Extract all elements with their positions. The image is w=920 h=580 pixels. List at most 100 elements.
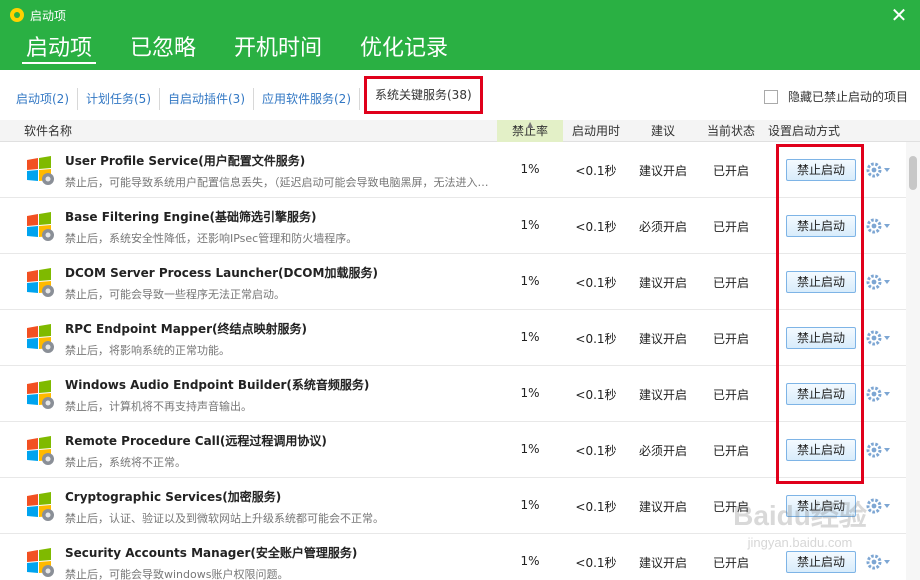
subtab-startup-items[interactable]: 启动项(2) — [8, 88, 78, 110]
disable-rate: 1% — [520, 498, 540, 512]
service-name: RPC Endpoint Mapper(终结点映射服务) — [65, 322, 307, 336]
startup-time: <0.1秒 — [575, 220, 617, 234]
suggestion: 建议开启 — [638, 556, 687, 570]
gear-icon[interactable] — [864, 384, 892, 404]
service-name: Security Accounts Manager(安全账户管理服务) — [65, 546, 358, 560]
disable-rate: 1% — [520, 218, 540, 232]
column-startup-time[interactable]: 启动用时 — [565, 120, 627, 142]
disable-rate: 1% — [520, 386, 540, 400]
gear-icon[interactable] — [864, 328, 892, 348]
hide-disabled-checkbox[interactable] — [763, 89, 778, 104]
suggestion: 建议开启 — [638, 164, 687, 178]
suggestion: 建议开启 — [638, 500, 687, 514]
gear-icon[interactable] — [864, 160, 892, 180]
suggestion: 建议开启 — [638, 332, 687, 346]
column-current-state[interactable]: 当前状态 — [700, 120, 762, 142]
current-state: 已开启 — [712, 556, 749, 570]
vertical-scrollbar[interactable] — [906, 142, 920, 580]
disable-startup-button[interactable]: 禁止启动 — [786, 159, 856, 181]
tab-ignored[interactable]: 已忽略 — [126, 28, 200, 64]
disable-startup-button[interactable]: 禁止启动 — [786, 439, 856, 461]
header-bar: 启动项 ✕ 启动项 已忽略 开机时间 优化记录 — [0, 0, 920, 70]
table-row[interactable]: Windows Audio Endpoint Builder(系统音频服务) 禁… — [0, 366, 906, 422]
sort-up-icon: ▲ — [527, 120, 534, 129]
startup-time: <0.1秒 — [575, 164, 617, 178]
service-description: 禁止后，可能会导致windows账户权限问题。 — [65, 568, 289, 580]
startup-time: <0.1秒 — [575, 388, 617, 402]
hide-disabled-option: 隐藏已禁止启动的项目 — [763, 88, 908, 105]
disable-startup-button[interactable]: 禁止启动 — [786, 271, 856, 293]
windows-service-icon — [27, 380, 54, 409]
subtab-scheduled-tasks[interactable]: 计划任务(5) — [78, 88, 160, 110]
column-name[interactable]: 软件名称 — [24, 120, 72, 142]
subtab-app-services[interactable]: 应用软件服务(2) — [254, 88, 360, 110]
column-header: 软件名称 ▲ 禁止率 启动用时 建议 当前状态 设置启动方式 — [0, 120, 920, 142]
service-name: Base Filtering Engine(基础筛选引擎服务) — [65, 210, 317, 224]
subtab-system-key-services[interactable]: 系统关键服务(38) — [364, 76, 483, 114]
service-description: 禁止后，系统安全性降低，还影响IPsec管理和防火墙程序。 — [65, 232, 358, 245]
windows-service-icon — [27, 268, 54, 297]
table-row[interactable]: DCOM Server Process Launcher(DCOM加载服务) 禁… — [0, 254, 906, 310]
windows-service-icon — [27, 156, 54, 185]
disable-startup-button[interactable]: 禁止启动 — [786, 215, 856, 237]
table-row[interactable]: User Profile Service(用户配置文件服务) 禁止后，可能导致系… — [0, 142, 906, 198]
tab-boot-time[interactable]: 开机时间 — [230, 28, 326, 64]
disable-rate: 1% — [520, 274, 540, 288]
close-button[interactable]: ✕ — [890, 5, 908, 25]
tab-startup-items[interactable]: 启动项 — [22, 28, 97, 64]
service-description: 禁止后，认证、验证以及到微软网站上升级系统都可能会不正常。 — [65, 512, 384, 525]
disable-rate: 1% — [520, 162, 540, 176]
disable-startup-button[interactable]: 禁止启动 — [786, 383, 856, 405]
watermark-text: Baidu经验 — [733, 499, 867, 531]
subtab-autostart-plugins[interactable]: 自启动插件(3) — [160, 88, 254, 110]
tab-optimization-log[interactable]: 优化记录 — [356, 28, 452, 64]
disable-rate: 1% — [520, 442, 540, 456]
column-disable-rate[interactable]: ▲ 禁止率 — [497, 120, 563, 142]
startup-manager-window: 启动项 ✕ 启动项 已忽略 开机时间 优化记录 启动项(2) 计划任务(5) 自… — [0, 0, 920, 580]
window-title: 启动项 — [10, 5, 66, 25]
hide-disabled-label: 隐藏已禁止启动的项目 — [787, 90, 908, 104]
startup-time: <0.1秒 — [575, 444, 617, 458]
service-name: User Profile Service(用户配置文件服务) — [65, 154, 306, 168]
suggestion: 必须开启 — [638, 444, 687, 458]
windows-service-icon — [27, 212, 54, 241]
startup-time: <0.1秒 — [575, 500, 617, 514]
startup-time: <0.1秒 — [575, 556, 617, 570]
current-state: 已开启 — [712, 220, 749, 234]
window-title-text: 启动项 — [30, 8, 67, 23]
gear-icon[interactable] — [864, 440, 892, 460]
service-name: Remote Procedure Call(远程过程调用协议) — [65, 434, 327, 448]
current-state: 已开启 — [712, 444, 749, 458]
service-name: Windows Audio Endpoint Builder(系统音频服务) — [65, 378, 370, 392]
startup-time: <0.1秒 — [575, 332, 617, 346]
table-row[interactable]: RPC Endpoint Mapper(终结点映射服务) 禁止后，将影响系统的正… — [0, 310, 906, 366]
column-startup-mode: 设置启动方式 — [768, 124, 841, 138]
current-state: 已开启 — [712, 164, 749, 178]
windows-service-icon — [27, 436, 54, 465]
table-row[interactable]: Base Filtering Engine(基础筛选引擎服务) 禁止后，系统安全… — [0, 198, 906, 254]
watermark-url: jingyan.baidu.com — [747, 535, 853, 550]
disable-rate: 1% — [520, 330, 540, 344]
service-description: 禁止后，可能会导致一些程序无法正常启动。 — [65, 288, 285, 301]
service-description: 禁止后，将影响系统的正常功能。 — [65, 344, 230, 357]
gear-icon[interactable] — [864, 552, 892, 572]
service-description: 禁止后，系统将不正常。 — [65, 456, 186, 469]
suggestion: 必须开启 — [638, 220, 687, 234]
sub-tabs: 启动项(2) 计划任务(5) 自启动插件(3) 应用软件服务(2) 系统关键服务… — [8, 76, 483, 114]
column-suggestion[interactable]: 建议 — [632, 120, 694, 142]
windows-service-icon — [27, 324, 54, 353]
disable-rate: 1% — [520, 554, 540, 568]
scrollbar-thumb[interactable] — [909, 156, 917, 190]
startup-time: <0.1秒 — [575, 276, 617, 290]
windows-service-icon — [27, 492, 54, 521]
main-tabs: 启动项 已忽略 开机时间 优化记录 — [22, 28, 482, 68]
gear-icon[interactable] — [864, 272, 892, 292]
gear-icon[interactable] — [864, 216, 892, 236]
table-row[interactable]: Remote Procedure Call(远程过程调用协议) 禁止后，系统将不… — [0, 422, 906, 478]
service-description: 禁止后，可能导致系统用户配置信息丢失，（延迟启动可能会导致电脑黑屏，无法进入桌面… — [65, 176, 495, 189]
current-state: 已开启 — [712, 332, 749, 346]
app-logo-icon — [10, 8, 24, 22]
disable-startup-button[interactable]: 禁止启动 — [786, 327, 856, 349]
current-state: 已开启 — [712, 388, 749, 402]
suggestion: 建议开启 — [638, 276, 687, 290]
